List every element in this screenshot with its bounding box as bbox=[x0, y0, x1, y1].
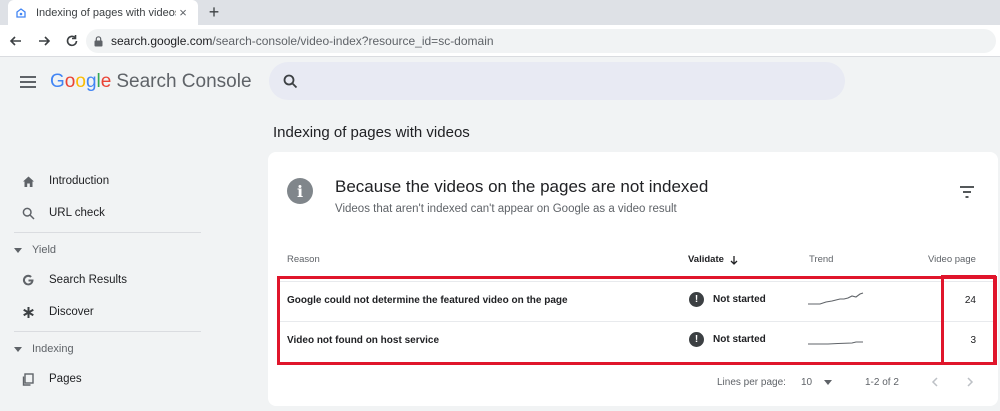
column-header-trend[interactable]: Trend bbox=[809, 254, 833, 265]
asterisk-icon bbox=[20, 304, 36, 320]
chevron-left-icon bbox=[931, 377, 938, 387]
sidebar-section-yield[interactable]: Yield bbox=[0, 236, 215, 264]
search-console-logo[interactable]: Google Search Console bbox=[50, 71, 252, 93]
url-bar[interactable]: search.google.com/search-console/video-i… bbox=[86, 29, 996, 53]
sidebar-section-indexing[interactable]: Indexing bbox=[0, 335, 215, 363]
app-header: Google Search Console bbox=[0, 58, 1000, 108]
divider bbox=[14, 331, 201, 332]
lines-per-page-select[interactable]: 10 bbox=[801, 377, 833, 388]
search-icon bbox=[20, 205, 36, 221]
filter-icon[interactable] bbox=[958, 185, 976, 199]
chevron-down-icon bbox=[14, 247, 22, 253]
sidebar-item-search-results[interactable]: Search Results bbox=[0, 264, 215, 296]
sidebar-item-label: Search Results bbox=[49, 274, 127, 286]
sidebar-item-url-check[interactable]: URL check bbox=[0, 197, 215, 229]
browser-tab-bar: Indexing of pages with videos × + bbox=[0, 0, 1000, 25]
reload-button[interactable] bbox=[60, 29, 84, 53]
search-input[interactable] bbox=[269, 62, 845, 100]
arrow-right-icon bbox=[39, 35, 51, 46]
sidebar-item-discover[interactable]: Discover bbox=[0, 296, 215, 328]
sidebar-item-label: Introduction bbox=[49, 175, 110, 187]
page-range: 1-2 of 2 bbox=[865, 377, 899, 388]
search-icon bbox=[283, 74, 298, 88]
google-g-icon bbox=[20, 272, 36, 288]
home-icon bbox=[20, 173, 36, 189]
new-tab-button[interactable]: + bbox=[204, 2, 224, 22]
lines-per-page-label: Lines per page: bbox=[717, 377, 786, 388]
card-subtitle: Videos that aren't indexed can't appear … bbox=[335, 203, 677, 215]
search-console-favicon-icon bbox=[16, 7, 26, 18]
next-page-button[interactable] bbox=[965, 377, 975, 387]
product-name: Search Console bbox=[116, 71, 252, 92]
lock-icon bbox=[94, 35, 103, 47]
page-title: Indexing of pages with videos bbox=[273, 124, 470, 141]
dropdown-arrow-icon bbox=[824, 380, 833, 385]
browser-toolbar: search.google.com/search-console/video-i… bbox=[0, 25, 1000, 57]
pages-icon bbox=[20, 371, 36, 387]
previous-page-button[interactable] bbox=[930, 377, 940, 387]
arrow-left-icon bbox=[9, 35, 21, 46]
url-host: search.google.com bbox=[111, 34, 213, 48]
tab-close-icon[interactable]: × bbox=[176, 5, 190, 20]
sidebar-item-pages[interactable]: Pages bbox=[0, 363, 215, 395]
reload-icon bbox=[66, 34, 78, 46]
sidebar-item-label: Discover bbox=[49, 306, 94, 318]
card-title: Because the videos on the pages are not … bbox=[335, 177, 709, 196]
column-header-count[interactable]: Video page bbox=[928, 254, 976, 265]
sidebar: Introduction URL check Yield Search Resu… bbox=[0, 165, 215, 395]
chevron-right-icon bbox=[967, 377, 974, 387]
back-button[interactable] bbox=[4, 29, 28, 53]
sidebar-item-label: URL check bbox=[49, 207, 105, 219]
arrow-down-icon bbox=[730, 255, 738, 265]
chevron-down-icon bbox=[14, 346, 22, 352]
sidebar-item-introduction[interactable]: Introduction bbox=[0, 165, 215, 197]
forward-button[interactable] bbox=[32, 29, 56, 53]
highlight-box-counts bbox=[941, 275, 996, 365]
browser-tab[interactable]: Indexing of pages with videos × bbox=[8, 0, 198, 25]
divider bbox=[14, 232, 201, 233]
column-header-validate[interactable]: Validate bbox=[688, 254, 739, 265]
sidebar-item-label: Pages bbox=[49, 373, 82, 385]
tab-title: Indexing of pages with videos bbox=[36, 6, 176, 19]
column-header-reason[interactable]: Reason bbox=[287, 254, 320, 265]
hamburger-menu-icon[interactable] bbox=[18, 73, 38, 93]
url-path: /search-console/video-index?resource_id=… bbox=[212, 34, 494, 48]
info-icon: i bbox=[287, 178, 313, 204]
highlight-box-rows bbox=[277, 276, 997, 365]
